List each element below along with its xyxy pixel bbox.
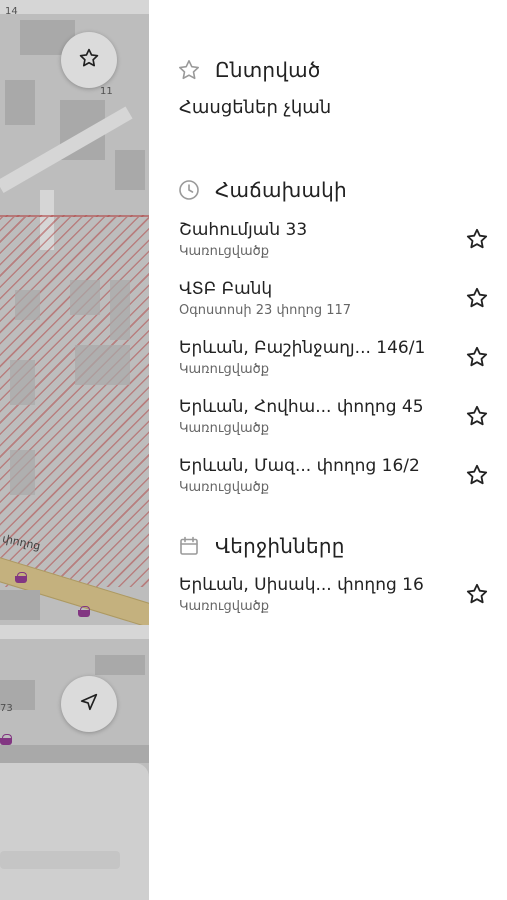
- frequent-section-header: Հաճախակի: [177, 178, 347, 202]
- frequent-section-title: Հաճախակի: [215, 178, 347, 202]
- favorites-section-header: Ընտրված: [177, 58, 320, 82]
- frequent-address-item[interactable]: Շահումյան 33 Կառուցվածք: [179, 220, 499, 272]
- recent-section-title: Վերջինները: [215, 534, 345, 558]
- add-favorite-star-icon[interactable]: [463, 461, 491, 489]
- calendar-icon: [177, 534, 201, 558]
- address-title: Երևան, Հովհա... փողոց 45: [179, 397, 424, 417]
- favorites-section-title: Ընտրված: [215, 58, 321, 82]
- frequent-address-item[interactable]: Երևան, Մազ... փողոց 16/2 Կառուցվածք: [179, 456, 499, 508]
- recent-section-header: Վերջինները: [177, 534, 345, 558]
- address-title: Երևան, Սիսակ... փողոց 16: [179, 575, 424, 595]
- frequent-address-item[interactable]: Երևան, Հովհա... փողոց 45 Կառուցվածք: [179, 397, 499, 449]
- side-drawer: Ընտրված Հասցեներ չկան Հաճախակի Շահումյան…: [149, 0, 507, 900]
- recent-address-item[interactable]: Երևան, Սիսակ... փողոց 16 Կառուցվածք: [179, 575, 499, 627]
- address-subtitle: Կառուցվածք: [179, 362, 269, 377]
- drawer-scrim[interactable]: [0, 0, 149, 900]
- address-title: Շահումյան 33: [179, 220, 308, 240]
- address-subtitle: Կառուցվածք: [179, 480, 269, 495]
- frequent-address-item[interactable]: Երևան, Բաշինջաղյ... 146/1 Կառուցվածք: [179, 338, 499, 390]
- frequent-address-item[interactable]: ՎՏԲ Բանկ Օգոստոսի 23 փողոց 117: [179, 279, 499, 331]
- address-title: ՎՏԲ Բանկ: [179, 279, 273, 299]
- star-outline-icon: [177, 58, 201, 82]
- add-favorite-star-icon[interactable]: [463, 580, 491, 608]
- address-title: Երևան, Մազ... փողոց 16/2: [179, 456, 420, 476]
- add-favorite-star-icon[interactable]: [463, 284, 491, 312]
- clock-icon: [177, 178, 201, 202]
- address-subtitle: Կառուցվածք: [179, 599, 269, 614]
- address-subtitle: Կառուցվածք: [179, 421, 269, 436]
- add-favorite-star-icon[interactable]: [463, 343, 491, 371]
- address-subtitle: Կառուցվածք: [179, 244, 269, 259]
- add-favorite-star-icon[interactable]: [463, 402, 491, 430]
- address-title: Երևան, Բաշինջաղյ... 146/1: [179, 338, 426, 358]
- map-view[interactable]: փողոց 14 11 73: [0, 0, 149, 900]
- address-subtitle: Օգոստոսի 23 փողոց 117: [179, 303, 352, 318]
- add-favorite-star-icon[interactable]: [463, 225, 491, 253]
- favorites-empty-text: Հասցեներ չկան: [179, 97, 332, 118]
